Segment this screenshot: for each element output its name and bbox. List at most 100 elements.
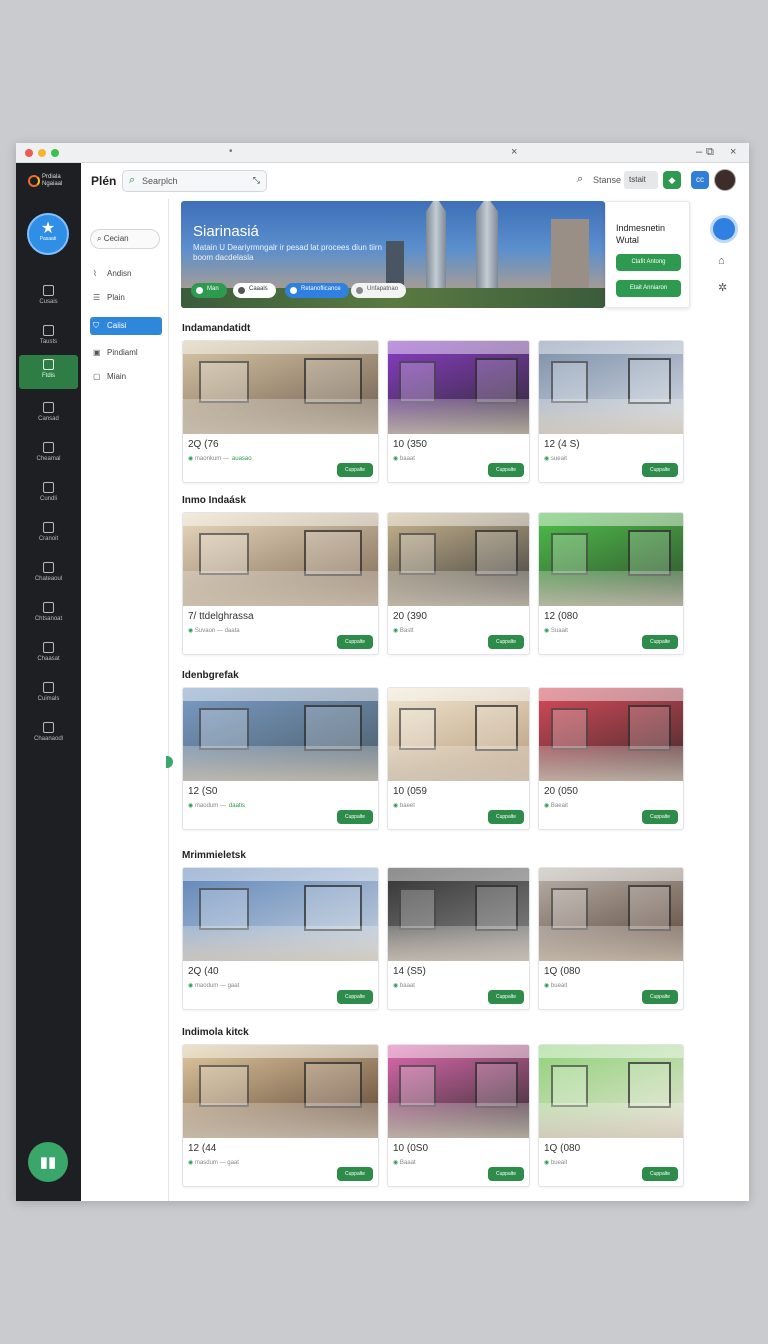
card-action-button[interactable]: Cuppalte [337,810,373,824]
card-meta-text: Baaat [399,1160,416,1166]
rail-item-5[interactable]: Cundli [16,478,81,512]
search-input[interactable]: ⌕ Searplch ⤡ [122,170,267,192]
hero-chip-2[interactable]: Retanoflicance [285,283,349,298]
photo-store-r [303,884,363,932]
top-search-label: Stanse [593,175,622,185]
product-card[interactable]: 2Q (40 ◉ maodum — gaat Cuppalte [182,867,379,1010]
window-close-icon[interactable]: × [730,146,736,158]
card-action-button[interactable]: Cuppalte [488,635,524,649]
subnav-item-2[interactable]: ⛉ Caiisi [90,317,162,335]
card-price: 20 (050 [544,786,578,797]
card-action-button[interactable]: Cuppalte [488,1167,524,1181]
store-icon[interactable]: ⌂ [718,255,725,267]
notification-icon[interactable]: cc [691,171,709,189]
product-card[interactable]: 12 (4 S) ◉ sueait Cuppalte [538,340,684,483]
card-action-button[interactable]: Cuppalte [642,990,678,1004]
card-price: 20 (390 [393,611,427,622]
product-card[interactable]: 7/ ttdelghrassa ◉ Suvaon — daata Cuppalte [182,512,379,655]
subnav-item-4[interactable]: ▢ Miain [90,368,162,386]
window-restore-icon[interactable]: ⧉ [706,146,714,159]
product-card[interactable]: 20 (390 ◉ Bastt Cuppalte [387,512,530,655]
subnav-item-1[interactable]: ☰ Plain [90,289,162,307]
card-action-button[interactable]: Cuppalte [337,463,373,477]
assistant-button[interactable] [710,215,738,243]
rail-item-8[interactable]: Chtsanoat [16,598,81,632]
rail-item-label: Cranoit [38,536,59,542]
hero-chip-3[interactable]: Unfapatnao [351,283,407,298]
card-price: 1Q (080 [544,1143,581,1154]
search-close-icon[interactable]: ⤡ [253,175,260,186]
card-action-button[interactable]: Cuppalte [488,810,524,824]
maximize-dot[interactable] [51,149,59,157]
status-box[interactable]: tstait [624,171,658,189]
card-action-button[interactable]: Cuppalte [337,635,373,649]
mall-photo [539,513,683,606]
brand-logo[interactable]: Prdiala Ngaiaal [24,169,74,195]
rail-item-11[interactable]: Chaanaodl [16,718,81,752]
add-fab-button[interactable]: ▮▮ [28,1142,68,1182]
subnav-item-0[interactable]: ⌇ Andisn [90,265,162,283]
product-card[interactable]: 20 (050 ◉ Baeait Cuppalte [538,687,684,830]
rail-item-3[interactable]: Cansad [16,398,81,432]
user-avatar[interactable]: ★ Pasaati [27,213,69,255]
window-minimize-icon[interactable]: – [696,146,702,158]
rail-item-10[interactable]: Cuimals [16,678,81,712]
card-meta-text: baeet [399,803,415,809]
hero-chip-1[interactable]: Caaals [233,283,276,298]
tab-close-icon[interactable]: × [511,146,517,158]
card-action-button[interactable]: Cuppalte [488,463,524,477]
rail-item-0[interactable]: Cusais [16,281,81,315]
box-icon: ▣ [93,348,101,357]
card-action-button[interactable]: Cuppalte [337,990,373,1004]
grid-icon [43,359,54,370]
photo-floor [183,925,378,961]
photo-ceil [183,1045,378,1059]
product-card[interactable]: 1Q (080 ◉ bueait Cuppalte [538,1044,684,1187]
rail-item-1[interactable]: Tausts [16,321,81,355]
card-action-button[interactable]: Cuppalte [642,463,678,477]
top-search-icon[interactable]: ⌕ [577,173,583,186]
rail-item-4[interactable]: Cheamal [16,438,81,472]
subnav-search[interactable]: ⌕ Cecian [90,229,160,249]
product-card[interactable]: 2Q (76 ◉ maonkum — auasao Cuppalte [182,340,379,483]
rail-item-2[interactable]: Ftdis [19,355,78,389]
section-title: Idenbgrefak [182,670,239,681]
rail-item-6[interactable]: Cranoit [16,518,81,552]
card-action-button[interactable]: Cuppalte [642,635,678,649]
promo-primary-button[interactable]: Clafit Antong [616,254,681,271]
product-card[interactable]: 10 (350 ◉ baaat Cuppalte [387,340,530,483]
close-dot[interactable] [25,149,33,157]
promo-secondary-button[interactable]: Etait Anniaron [616,280,681,297]
product-card[interactable]: 12 (44 ◉ masdum — gaat Cuppalte [182,1044,379,1187]
rail-item-9[interactable]: Chaasat [16,638,81,672]
collapse-handle[interactable] [166,756,173,768]
shield-icon[interactable]: ◆ [663,171,681,189]
photo-floor [539,925,683,961]
product-card[interactable]: 1Q (080 ◉ bueait Cuppalte [538,867,684,1010]
product-card[interactable]: 12 (080 ◉ Suaait Cuppalte [538,512,684,655]
doc-icon [43,402,54,413]
photo-store-l [198,533,250,576]
card-action-button[interactable]: Cuppalte [642,810,678,824]
rail-item-7[interactable]: Chateaoul [16,558,81,592]
product-card[interactable]: 12 (S0 ◉ maodum — daatis Cuppalte [182,687,379,830]
product-card[interactable]: 10 (059 ◉ baeet Cuppalte [387,687,530,830]
product-card[interactable]: 14 (S5) ◉ baaat Cuppalte [387,867,530,1010]
settings-icon[interactable]: ✲ [718,281,727,294]
card-action-button[interactable]: Cuppalte [488,990,524,1004]
subnav-item-3[interactable]: ▣ Pindiaml [90,344,162,362]
photo-ceil [183,341,378,355]
hero-chip-0[interactable]: Man [191,283,227,298]
product-card[interactable]: 10 (0S0 ◉ Baaat Cuppalte [387,1044,530,1187]
card-meta-text: Suvaon — daata [194,628,240,634]
photo-store-r [628,704,672,752]
card-action-button[interactable]: Cuppalte [642,1167,678,1181]
minimize-dot[interactable] [38,149,46,157]
subnav-item-label: Pindiaml [107,348,138,357]
profile-avatar[interactable] [714,169,736,191]
card-price: 12 (080 [544,611,578,622]
bag-icon [43,285,54,296]
section-title: Indamandatidt [182,323,251,334]
card-action-button[interactable]: Cuppalte [337,1167,373,1181]
photo-ceil [388,1045,529,1059]
